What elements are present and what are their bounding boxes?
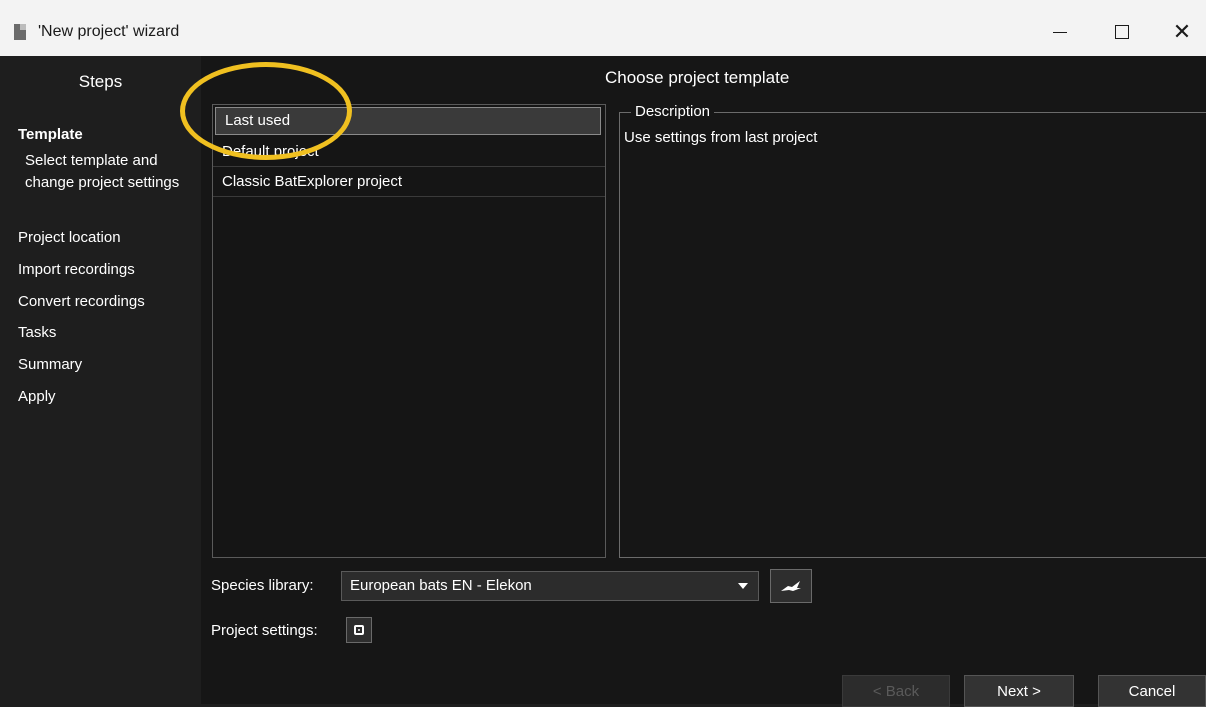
- project-settings-button[interactable]: [346, 617, 372, 643]
- project-settings-label: Project settings:: [211, 622, 318, 639]
- template-item-last-used[interactable]: Last used: [215, 107, 601, 135]
- steps-title: Steps: [78, 72, 123, 91]
- step-project-location[interactable]: Project location: [18, 229, 121, 246]
- species-library-value: European bats EN - Elekon: [350, 577, 532, 594]
- cancel-button[interactable]: Cancel: [1098, 675, 1206, 707]
- minimize-icon: [1053, 31, 1067, 33]
- step-import-recordings[interactable]: Import recordings: [18, 261, 135, 278]
- close-icon: ✕: [1172, 19, 1192, 44]
- description-title: Description: [631, 103, 715, 120]
- minimize-button[interactable]: [1030, 8, 1090, 56]
- close-button[interactable]: ✕: [1152, 8, 1206, 56]
- species-library-select[interactable]: European bats EN - Elekon: [341, 571, 759, 601]
- template-item-classic[interactable]: Classic BatExplorer project: [213, 167, 605, 197]
- step-template-description: Select template and change project setti…: [25, 152, 180, 191]
- gear-icon: [354, 625, 364, 635]
- title-bar: 'New project' wizard ✕: [0, 0, 1206, 56]
- page-title: Choose project template: [605, 68, 790, 87]
- description-group: Description Use settings from last proje…: [619, 103, 1206, 558]
- species-library-label: Species library:: [211, 577, 314, 594]
- next-button[interactable]: Next >: [964, 675, 1074, 707]
- step-summary[interactable]: Summary: [18, 356, 82, 373]
- description-text: Use settings from last project: [624, 129, 818, 146]
- maximize-button[interactable]: [1092, 8, 1152, 56]
- window-title: 'New project' wizard: [38, 23, 180, 40]
- species-library-button[interactable]: [770, 569, 812, 603]
- template-item-default[interactable]: Default project: [213, 137, 605, 167]
- template-list[interactable]: Last used Default project Classic BatExp…: [212, 104, 606, 558]
- maximize-icon: [1115, 25, 1129, 39]
- chevron-down-icon: [738, 583, 748, 589]
- step-template[interactable]: Template: [18, 126, 83, 143]
- steps-sidebar: Steps Template Select template and chang…: [0, 56, 201, 704]
- back-button[interactable]: < Back: [842, 675, 950, 707]
- step-tasks[interactable]: Tasks: [18, 324, 56, 341]
- step-convert-recordings[interactable]: Convert recordings: [18, 293, 145, 310]
- app-icon: [14, 24, 26, 40]
- step-apply[interactable]: Apply: [18, 388, 56, 405]
- bat-icon: [781, 581, 801, 591]
